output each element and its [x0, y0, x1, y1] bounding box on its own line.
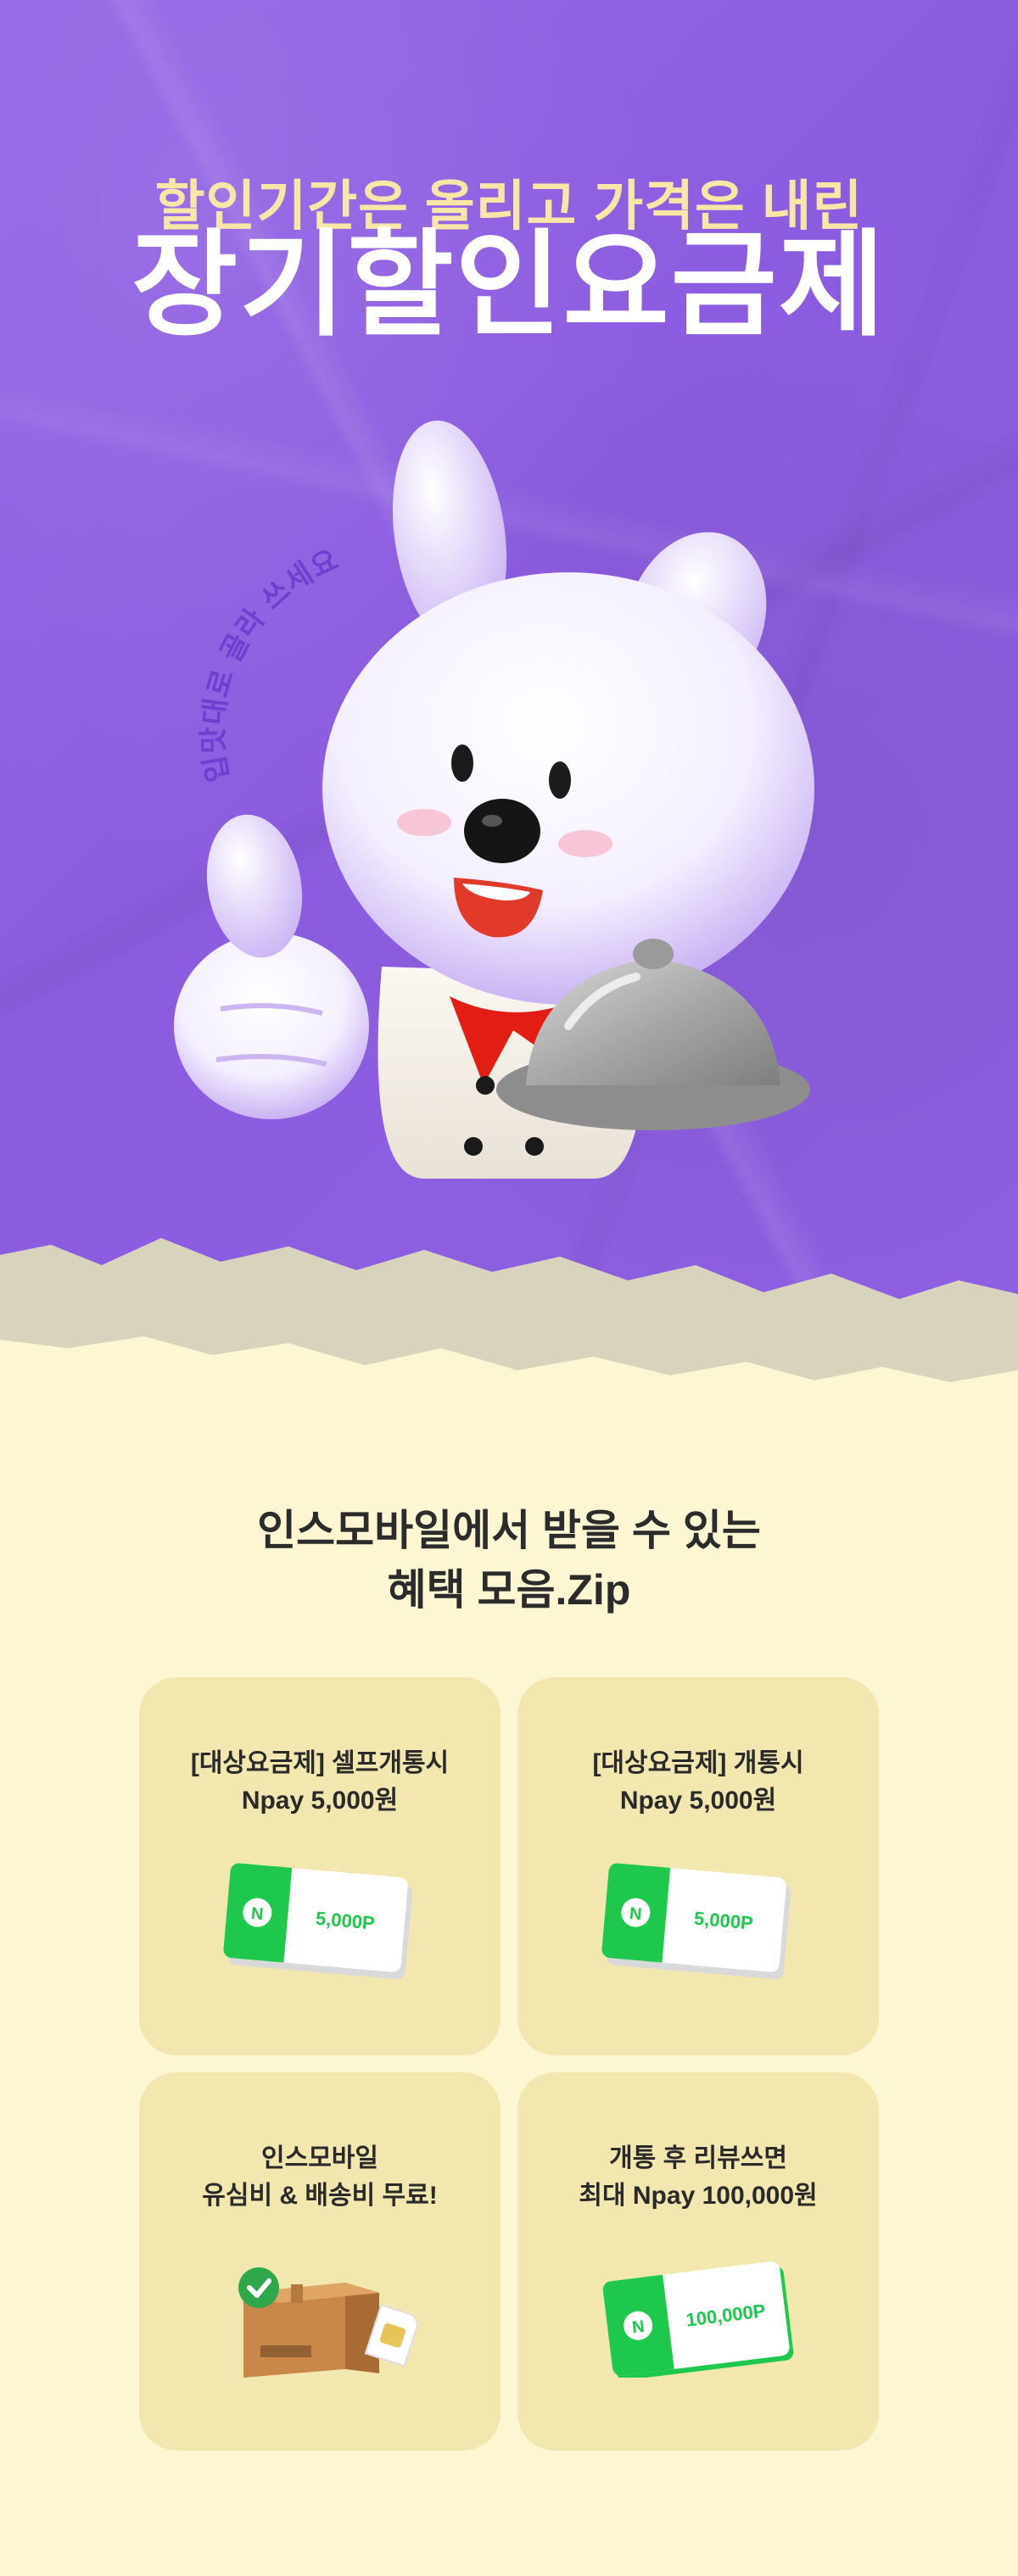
hero-banner: 할인기간은 올리고 가격은 내린 장기할인요금제 입맛대로 골라 쓰세요 — [0, 0, 1018, 1425]
benefit-card-activation[interactable]: [대상요금제] 개통시 Npay 5,000원 N 5,000P — [517, 1677, 879, 2055]
page: 할인기간은 올리고 가격은 내린 장기할인요금제 입맛대로 골라 쓰세요 인스모… — [0, 0, 1018, 2576]
benefits-heading-line2: 혜택 모음.Zip — [387, 1566, 631, 1614]
mascot-chef-bear-illustration — [174, 421, 814, 1179]
npay-badge: N — [631, 2317, 646, 2338]
box-and-sim-icon — [238, 2267, 419, 2378]
benefit-card-free-usim-shipping[interactable]: 인스모바일 유심비 & 배송비 무료! — [139, 2072, 501, 2451]
benefits-heading-line1: 인스모바일에서 받을 수 있는 — [257, 1507, 761, 1554]
benefit-card-self-activation[interactable]: [대상요금제] 셀프개통시 Npay 5,000원 N 5,000P — [139, 1677, 501, 2055]
benefit-card-line2: Npay 5,000원 — [241, 1787, 399, 1815]
benefit-card-text: 인스모바일 유심비 & 배송비 무료! — [139, 2140, 501, 2215]
benefit-card-line2: 유심비 & 배송비 무료! — [202, 2182, 438, 2210]
benefit-card-review-reward[interactable]: 개통 후 리뷰쓰면 최대 Npay 100,000원 N 100,000P — [517, 2072, 879, 2451]
benefit-card-text: [대상요금제] 셀프개통시 Npay 5,000원 — [139, 1745, 501, 1820]
npay-card-icon: N 5,000P — [601, 1863, 791, 1980]
hero-title: 장기할인요금제 — [131, 220, 887, 349]
benefits-heading: 인스모바일에서 받을 수 있는 혜택 모음.Zip — [0, 1501, 1018, 1620]
benefit-card-line1: [대상요금제] 개통시 — [592, 1749, 804, 1777]
npay-badge: N — [250, 1904, 264, 1924]
benefit-card-line1: 인스모바일 — [261, 2144, 378, 2172]
npay-badge: N — [629, 1904, 642, 1924]
npay-card-icon: N 100,000P — [602, 2261, 794, 2378]
benefit-card-line2: 최대 Npay 100,000원 — [579, 2182, 818, 2210]
benefit-card-line2: Npay 5,000원 — [619, 1787, 777, 1815]
benefit-card-text: 개통 후 리뷰쓰면 최대 Npay 100,000원 — [517, 2140, 879, 2215]
benefit-card-line1: [대상요금제] 셀프개통시 — [190, 1749, 450, 1777]
torn-paper-edge — [0, 1238, 1018, 1425]
benefit-card-text: [대상요금제] 개통시 Npay 5,000원 — [517, 1745, 879, 1820]
benefit-card-line1: 개통 후 리뷰쓰면 — [609, 2144, 787, 2172]
npay-card-icon: N 5,000P — [223, 1863, 413, 1980]
